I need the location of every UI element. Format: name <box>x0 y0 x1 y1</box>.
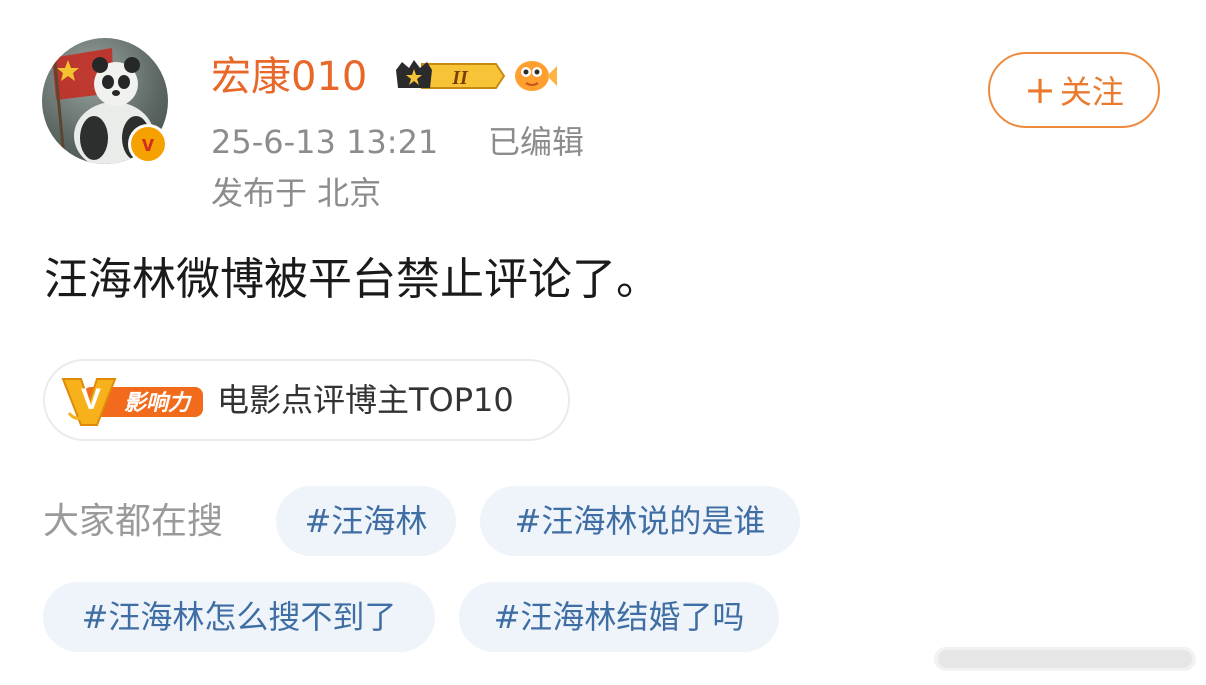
plus-icon: + <box>1024 68 1056 112</box>
crown-level-badge-icon[interactable]: II <box>392 56 506 100</box>
hot-topic-chip[interactable]: #汪海林 <box>276 486 456 556</box>
avatar[interactable]: v <box>42 38 168 164</box>
influence-badge-letter: V <box>81 383 101 416</box>
verified-badge-icon: v <box>128 124 168 164</box>
verified-mark: v <box>131 127 165 161</box>
post-location: 发布于 北京 <box>211 174 382 212</box>
post-time: 25-6-13 13:21 <box>211 123 439 161</box>
scroll-indicator <box>934 645 1196 677</box>
hot-topic-chip[interactable]: #汪海林说的是谁 <box>480 486 800 556</box>
follow-label: 关注 <box>1059 73 1124 111</box>
username[interactable]: 宏康010 <box>211 52 367 102</box>
edited-label[interactable]: 已编辑 <box>488 120 584 164</box>
level-numeral: II <box>451 67 469 89</box>
influence-badge-text: 影响力 <box>124 391 192 416</box>
influence-badge-icon: V 影响力 <box>61 373 207 433</box>
fan-club-fish-icon[interactable] <box>512 56 558 100</box>
influence-label: 电影点评博主TOP10 <box>217 381 514 419</box>
follow-button[interactable]: + 关注 <box>988 52 1160 128</box>
hot-search-label: 大家都在搜 <box>43 501 224 542</box>
hot-topic-chip[interactable]: #汪海林结婚了吗 <box>459 582 779 652</box>
hot-topic-chip[interactable]: #汪海林怎么搜不到了 <box>43 582 435 652</box>
post-content: 汪海林微博被平台禁止评论了。 <box>44 254 660 305</box>
influence-tag[interactable]: V 影响力 电影点评博主TOP10 <box>43 359 570 441</box>
